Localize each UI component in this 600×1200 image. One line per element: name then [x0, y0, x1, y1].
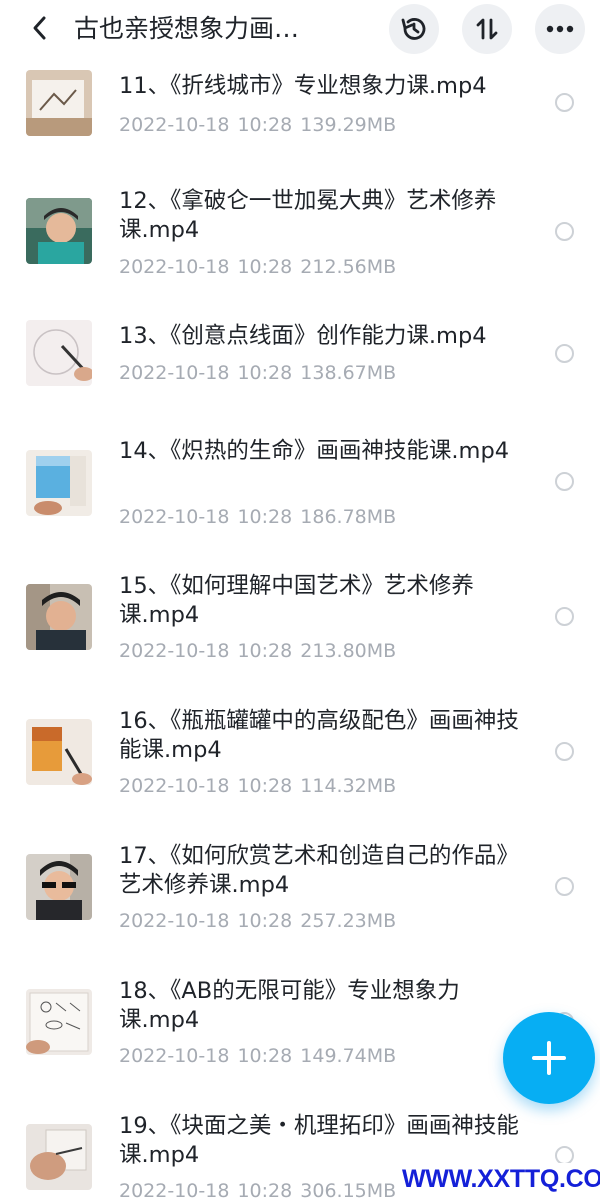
video-thumbnail	[26, 584, 92, 650]
select-radio[interactable]	[555, 344, 574, 363]
more-icon	[546, 25, 574, 33]
file-meta: 2022-10-18 10:28 186.78MB	[119, 506, 397, 528]
select-radio[interactable]	[555, 93, 574, 112]
file-name: 14、《炽热的生命》画画神技能课.mp4	[119, 438, 510, 464]
video-thumbnail	[26, 719, 92, 785]
file-meta: 2022-10-18 10:28 139.29MB	[119, 114, 397, 136]
back-button[interactable]	[24, 10, 56, 46]
history-icon	[401, 18, 426, 40]
file-name: 13、《创意点线面》创作能力课.mp4	[119, 323, 487, 349]
video-thumbnail	[26, 450, 92, 516]
file-meta: 2022-10-18 10:28 138.67MB	[119, 362, 397, 384]
file-name: 17、《如何欣赏艺术和创造自己的作品》艺术修养课.mp4	[119, 843, 519, 898]
video-thumbnail	[26, 1124, 92, 1190]
file-meta: 2022-10-18 10:28 149.74MB	[119, 1045, 397, 1067]
more-button[interactable]	[535, 4, 585, 54]
file-name: 15、《如何理解中国艺术》艺术修养课.mp4	[119, 573, 474, 628]
top-bar: 古也亲授想象力画…	[0, 0, 600, 60]
video-thumbnail	[26, 70, 92, 136]
select-radio[interactable]	[555, 607, 574, 626]
file-name: 11、《折线城市》专业想象力课.mp4	[119, 73, 487, 99]
file-meta: 2022-10-18 10:28 257.23MB	[119, 910, 397, 932]
select-radio[interactable]	[555, 877, 574, 896]
select-radio[interactable]	[555, 472, 574, 491]
watermark: WWW.XXTTQ.COM	[402, 1163, 600, 1195]
file-meta: 2022-10-18 10:28 306.15MB	[119, 1180, 397, 1200]
sort-icon	[476, 18, 498, 40]
sort-button[interactable]	[462, 4, 512, 54]
file-meta: 2022-10-18 10:28 213.80MB	[119, 640, 397, 662]
file-name: 12、《拿破仑一世加冕大典》艺术修养课.mp4	[119, 188, 497, 243]
video-thumbnail	[26, 854, 92, 920]
file-name: 16、《瓶瓶罐罐中的高级配色》画画神技能课.mp4	[119, 708, 519, 763]
page-title: 古也亲授想象力画…	[74, 14, 300, 43]
back-arrow-icon	[33, 16, 46, 40]
plus-icon	[532, 1041, 566, 1075]
file-meta: 2022-10-18 10:28 212.56MB	[119, 256, 397, 278]
video-thumbnail	[26, 198, 92, 264]
file-name: 19、《块面之美・机理拓印》画画神技能课.mp4	[119, 1113, 519, 1168]
select-radio[interactable]	[555, 222, 574, 241]
file-name: 18、《AB的无限可能》专业想象力课.mp4	[119, 978, 460, 1033]
add-button[interactable]	[503, 1012, 595, 1104]
file-meta: 2022-10-18 10:28 114.32MB	[119, 775, 397, 797]
history-button[interactable]	[389, 4, 439, 54]
select-radio[interactable]	[555, 742, 574, 761]
video-thumbnail	[26, 320, 92, 386]
video-thumbnail	[26, 989, 92, 1055]
